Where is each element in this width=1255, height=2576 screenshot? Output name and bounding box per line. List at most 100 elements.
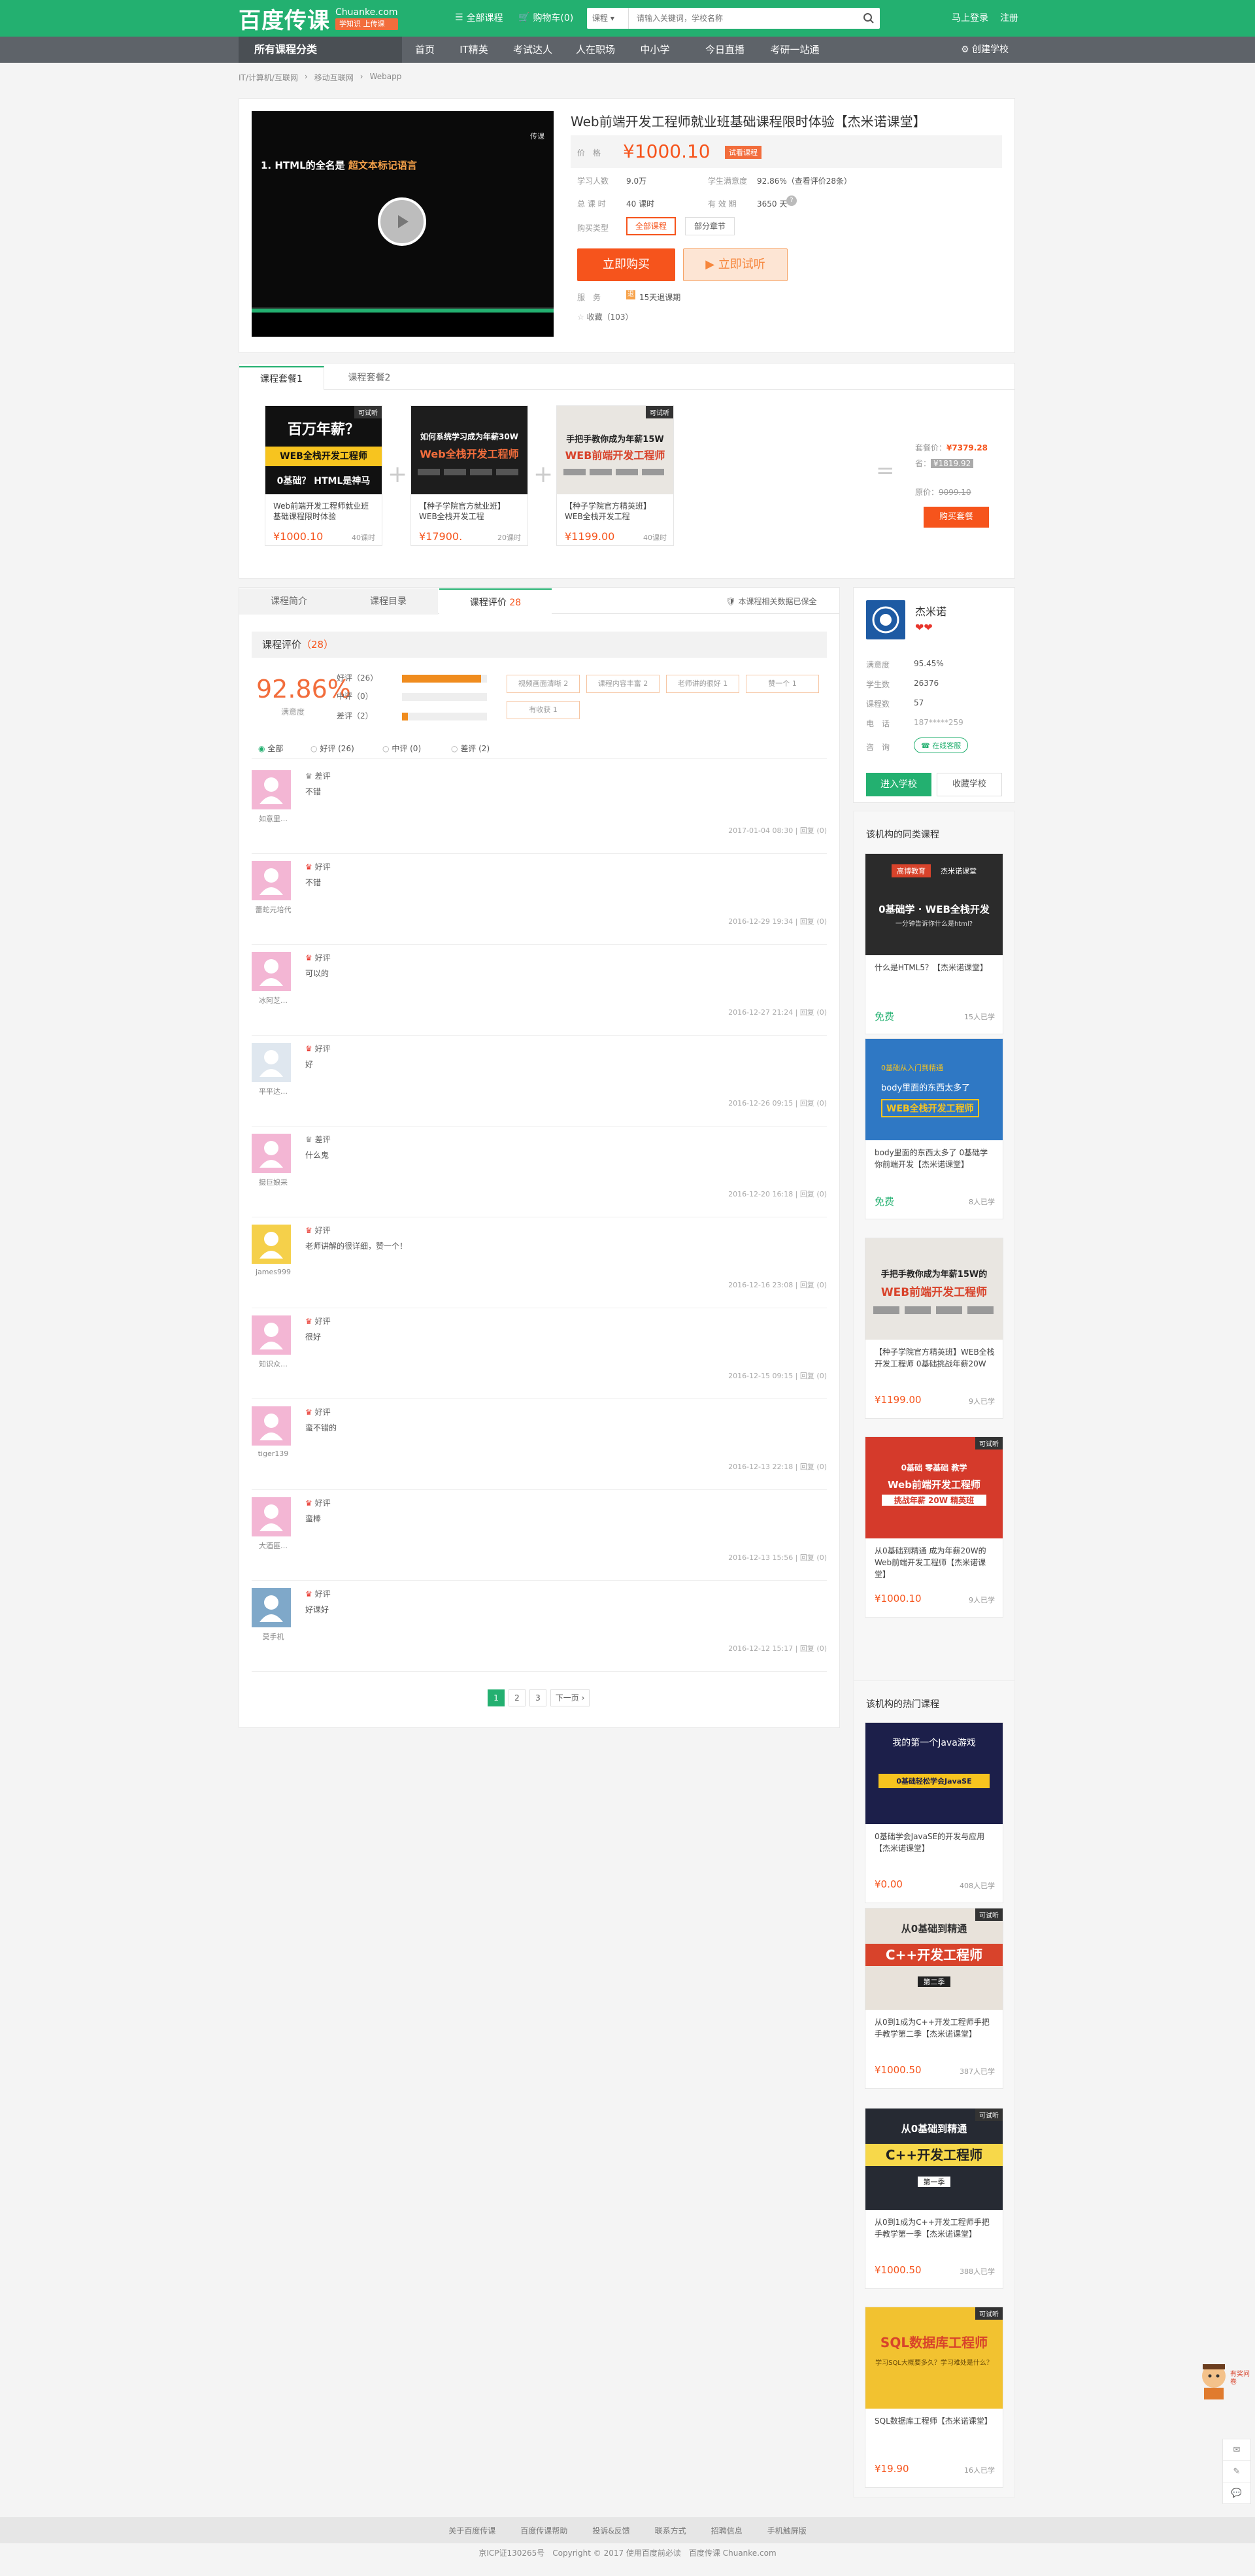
reply-link[interactable]: 回复 (0)	[800, 1372, 827, 1380]
next-page[interactable]: 下一页 ›	[550, 1689, 590, 1706]
review-tag[interactable]: 老师讲的很好 1	[666, 675, 739, 693]
search-input[interactable]	[629, 8, 858, 28]
login-link[interactable]: 马上登录	[952, 11, 988, 24]
reply-link[interactable]: 回复 (0)	[800, 1281, 827, 1289]
nav-it[interactable]: IT精英	[451, 37, 497, 63]
search-button[interactable]	[858, 8, 880, 29]
reply-link[interactable]: 回复 (0)	[800, 1553, 827, 1562]
review-tag[interactable]: 有收获 1	[507, 701, 580, 719]
review-username[interactable]: 知识众…	[252, 1359, 295, 1369]
review-username[interactable]: 莫手机	[252, 1631, 295, 1642]
online-service-button[interactable]: ☎ 在线客服	[914, 737, 969, 753]
buy-now-button[interactable]: 立即购买	[577, 248, 675, 281]
review-tag[interactable]: 赞一个 1	[746, 675, 819, 693]
filter-bad[interactable]: ○ 差评 (2)	[451, 743, 490, 754]
review-username[interactable]: 大酒匪…	[252, 1540, 295, 1551]
user-avatar[interactable]	[252, 1225, 291, 1264]
hot-course-card[interactable]: 从0基础到精通 C++开发工程师 第一季 可试听 从0到1成为C++开发工程师手…	[865, 2108, 1003, 2289]
breadcrumb-item[interactable]: IT/计算机/互联网	[239, 72, 298, 83]
satisfaction-value[interactable]: 92.86%（查看评价28条）	[757, 175, 852, 186]
all-courses-link[interactable]: ☰ 全部课程	[455, 11, 503, 24]
page-3[interactable]: 3	[529, 1689, 546, 1706]
breadcrumb-item[interactable]: Webapp	[370, 72, 402, 83]
user-avatar[interactable]	[252, 1588, 291, 1627]
create-school-link[interactable]: ⚙ 创建学校	[961, 37, 1009, 63]
review-username[interactable]: tiger139	[252, 1449, 295, 1458]
reply-link[interactable]: 回复 (0)	[800, 1463, 827, 1471]
footer-link[interactable]: 投诉&反馈	[592, 2525, 629, 2536]
breadcrumb-item[interactable]: 移动互联网	[314, 72, 354, 83]
follow-school-button[interactable]: 收藏学校	[937, 773, 1002, 796]
school-logo[interactable]	[866, 600, 905, 639]
review-username[interactable]: james999	[252, 1268, 295, 1276]
tab-intro[interactable]: 课程简介	[239, 588, 339, 615]
reply-link[interactable]: 回复 (0)	[800, 1008, 827, 1017]
user-avatar[interactable]	[252, 952, 291, 991]
try-listen-button[interactable]: ▶ 立即试听	[683, 248, 788, 281]
reply-link[interactable]: 回复 (0)	[800, 1099, 827, 1108]
footer-link[interactable]: 手机触屏版	[767, 2525, 807, 2536]
package-card[interactable]: 如何系统学习成为年薪30W Web全栈开发工程师 【种子学院官方就业班】WEB全…	[410, 405, 528, 546]
play-button[interactable]	[378, 197, 426, 246]
review-username[interactable]: 蕾蛇元培代	[252, 904, 295, 915]
data-secured-notice[interactable]: 🛡 本课程相关数据已保全	[706, 588, 837, 615]
register-link[interactable]: 注册	[1000, 11, 1018, 24]
help-icon[interactable]: ?	[786, 195, 797, 206]
nav-live[interactable]: 今日直播	[695, 37, 754, 63]
user-avatar[interactable]	[252, 1497, 291, 1536]
buy-package-button[interactable]: 购买套餐	[924, 507, 989, 528]
favorite-button[interactable]: ☆ 收藏（103）	[577, 311, 633, 322]
user-avatar[interactable]	[252, 770, 291, 809]
side-course-card[interactable]: 0基础 零基础 教学 Web前端开发工程师 挑战年薪 20W 精英班 可试听 从…	[865, 1436, 1003, 1618]
reply-link[interactable]: 回复 (0)	[800, 917, 827, 926]
hot-course-card[interactable]: 我的第一个Java游戏 0基础轻松学会JavaSE 0基础学会JavaSE的开发…	[865, 1722, 1003, 1903]
buy-type-partial[interactable]: 部分章节	[685, 217, 735, 235]
search-category-select[interactable]: 课程 ▾	[587, 8, 629, 29]
side-course-card[interactable]: 手把手教你成为年薪15W的 WEB前端开发工程师 【种子学院官方精英班】WEB全…	[865, 1238, 1003, 1419]
package-card[interactable]: 百万年薪？ WEB全栈开发工程师 0基础？ HTML是神马 可试听 Web前端开…	[265, 405, 382, 546]
site-logo[interactable]: 百度传课 Chuanke.com 学知识 上传课	[239, 4, 398, 34]
footer-link[interactable]: 百度传课帮助	[520, 2525, 567, 2536]
user-avatar[interactable]	[252, 861, 291, 900]
package-card[interactable]: 手把手教你成为年薪15W WEB前端开发工程师 可试听 【种子学院官方精英班】W…	[556, 405, 674, 546]
user-avatar[interactable]	[252, 1134, 291, 1173]
enter-school-button[interactable]: 进入学校	[866, 773, 931, 796]
side-course-card[interactable]: 0基础从入门到精通 body里面的东西太多了 WEB全栈开发工程师 body里面…	[865, 1038, 1003, 1219]
reply-link[interactable]: 回复 (0)	[800, 826, 827, 835]
user-avatar[interactable]	[252, 1406, 291, 1446]
review-username[interactable]: 摄巨娘采	[252, 1177, 295, 1187]
review-tag[interactable]: 课程内容丰富 2	[586, 675, 660, 693]
user-avatar[interactable]	[252, 1315, 291, 1355]
all-categories-menu[interactable]: 所有课程分类	[239, 37, 402, 63]
hot-course-card[interactable]: 从0基础到精通 C++开发工程师 第二季 可试听 从0到1成为C++开发工程师手…	[865, 1908, 1003, 2089]
page-1[interactable]: 1	[488, 1689, 505, 1706]
video-player[interactable]: 传课 1. HTML的全名是 超文本标记语言	[252, 111, 554, 337]
nav-kaoyan[interactable]: 考研一站通	[762, 37, 828, 63]
package-tab-2[interactable]: 课程套餐2	[327, 366, 412, 390]
tab-reviews[interactable]: 课程评价 28	[439, 588, 552, 615]
user-avatar[interactable]	[252, 1043, 291, 1082]
footer-link[interactable]: 联系方式	[655, 2525, 686, 2536]
cart-link[interactable]: 🛒 购物车(0)	[518, 11, 573, 24]
nav-k12[interactable]: 中小学	[629, 37, 681, 63]
nav-home[interactable]: 首页	[402, 37, 448, 63]
tab-catalog[interactable]: 课程目录	[339, 588, 438, 615]
buy-type-all[interactable]: 全部课程	[626, 217, 676, 235]
review-tag[interactable]: 视频画面清晰 2	[507, 675, 580, 693]
review-username[interactable]: 冰阿芝…	[252, 995, 295, 1006]
review-username[interactable]: 如意里…	[252, 813, 295, 824]
side-course-card[interactable]: 高博教育 杰米诺课堂 0基础学 · WEB全栈开发 一分钟告诉你什么是html?…	[865, 853, 1003, 1034]
nav-career[interactable]: 人在职场	[566, 37, 625, 63]
chat-icon[interactable]: 💬	[1223, 2483, 1250, 2504]
survey-widget[interactable]: 有奖问卷	[1197, 2362, 1250, 2407]
reply-link[interactable]: 回复 (0)	[800, 1190, 827, 1198]
reply-link[interactable]: 回复 (0)	[800, 1644, 827, 1653]
filter-good[interactable]: ○ 好评 (26)	[310, 743, 354, 754]
package-tab-1[interactable]: 课程套餐1	[239, 366, 324, 390]
page-2[interactable]: 2	[509, 1689, 526, 1706]
nav-exam[interactable]: 考试达人	[503, 37, 562, 63]
video-progress-bar[interactable]	[252, 309, 554, 313]
mail-icon[interactable]: ✉	[1223, 2439, 1250, 2461]
school-name[interactable]: 杰米诺	[915, 603, 946, 619]
hot-course-card[interactable]: SQL数据库工程师 学习SQL大概要多久？学习难处是什么？ 可试听 SQL数据库…	[865, 2307, 1003, 2488]
